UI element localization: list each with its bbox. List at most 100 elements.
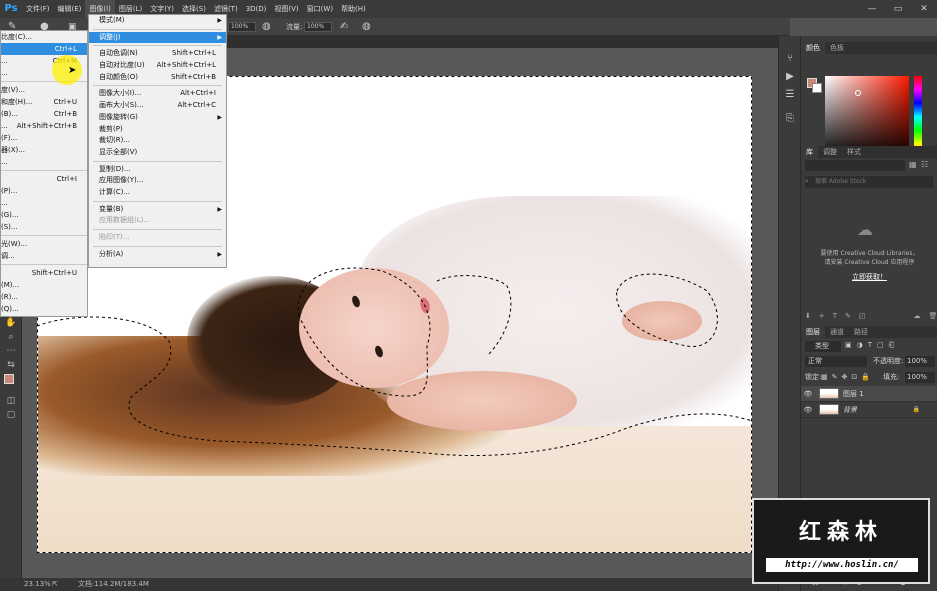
minimize-button[interactable]: — [859, 0, 885, 18]
image-menu-item[interactable]: 图像旋转(G) ▶ [89, 112, 226, 124]
image-menu-item[interactable]: 变量(B) ▶ [89, 204, 226, 216]
cc-sync-icon[interactable]: ☁ [914, 312, 921, 324]
list-view-icon[interactable]: ☷ [921, 160, 928, 169]
quick-mask-icon[interactable]: ◫ [0, 394, 22, 408]
menu-9[interactable]: 窗口(W) [303, 0, 337, 18]
airbrush-icon[interactable]: ✍ [340, 18, 348, 36]
visibility-eye-icon[interactable]: 👁 [801, 402, 815, 418]
tab-channels[interactable]: 通道 [825, 326, 849, 338]
menu-1[interactable]: 编辑(E) [54, 0, 86, 18]
pixel-filter-icon[interactable]: ▣ [845, 341, 852, 350]
lock-pixels-icon[interactable]: ▦ [821, 372, 828, 383]
layer-icon[interactable]: ◰ [859, 312, 866, 324]
properties-icon[interactable]: ☰ [779, 86, 801, 104]
pressure-size-icon[interactable]: ◍ [362, 18, 371, 36]
get-now-link[interactable]: 立即获取！ [801, 272, 937, 282]
layer-name[interactable]: 背景 [843, 402, 857, 418]
adjust-menu-item[interactable]: ... [1, 156, 87, 168]
image-menu-item[interactable]: 分析(A) ▶ [89, 249, 226, 261]
image-menu-item[interactable]: 自动颜色(O) Shift+Ctrl+B [89, 72, 226, 84]
adjust-menu-item[interactable]: 器(X)... [1, 144, 87, 156]
adjust-menu-item[interactable]: Ctrl+I [1, 173, 87, 185]
smart-filter-icon[interactable]: ⎗ [889, 341, 895, 350]
image-menu-item[interactable]: 画布大小(S)... Alt+Ctrl+C [89, 100, 226, 112]
image-menu-item[interactable]: 图像大小(I)... Alt+Ctrl+I [89, 88, 226, 100]
image-menu-item[interactable]: 显示全部(V) [89, 147, 226, 159]
image-menu-item[interactable]: 调整(J) ▶ [89, 31, 226, 44]
tab-color[interactable]: 颜色 [801, 42, 825, 54]
text-icon[interactable]: T [833, 312, 837, 324]
image-menu-item[interactable]: 计算(C)... [89, 187, 226, 199]
image-menu-item[interactable]: 裁切(R)... [89, 135, 226, 147]
tab-layers[interactable]: 图层 [801, 326, 825, 338]
layer-name[interactable]: 图层 1 [843, 386, 864, 402]
layer-row[interactable]: 👁 图层 1 [801, 386, 937, 402]
actions-play-icon[interactable]: ▶ [779, 68, 801, 86]
layer-filter-select[interactable]: 类型 [805, 341, 841, 352]
close-button[interactable]: ✕ [911, 0, 937, 18]
adjustment-filter-icon[interactable]: ◑ [857, 341, 863, 350]
image-menu-item[interactable]: 模式(M) ▶ [89, 15, 226, 27]
flow-field[interactable]: 100% [304, 22, 332, 32]
adjust-menu-item[interactable]: 比度(C)... [1, 31, 87, 43]
lock-paint-icon[interactable]: ✎ [832, 372, 838, 383]
menu-8[interactable]: 视图(V) [270, 0, 302, 18]
delete-icon[interactable]: 🗑 [929, 312, 937, 324]
visibility-eye-icon[interactable]: 👁 [801, 386, 815, 402]
library-dropdown[interactable] [805, 160, 905, 171]
grid-view-icon[interactable]: ▦ [909, 160, 917, 169]
zoom-field[interactable]: 100% [228, 22, 256, 32]
image-menu-item[interactable]: 复制(D)... [89, 164, 226, 176]
brush-icon[interactable]: ✎ [845, 312, 851, 324]
adjust-menu-item[interactable]: ... [1, 197, 87, 209]
tab-paths[interactable]: 路径 [849, 326, 873, 338]
menu-7[interactable]: 3D(D) [242, 0, 271, 18]
image-menu-item[interactable]: 裁剪(P) [89, 124, 226, 136]
fill-field[interactable]: 100% [905, 372, 935, 383]
adjust-menu-item[interactable]: (M)... [1, 279, 87, 291]
adjust-menu-item[interactable]: (P)... [1, 185, 87, 197]
lock-all-icon[interactable]: 🔒 [861, 372, 870, 383]
adjust-menu-item[interactable]: 光(W)... [1, 238, 87, 250]
add-content-icon[interactable]: + [819, 312, 825, 324]
info-icon[interactable]: ⎘ [779, 110, 801, 128]
panel-background-color[interactable] [812, 83, 822, 93]
lock-artboard-icon[interactable]: ⊡ [851, 372, 857, 383]
image-menu-item[interactable]: 应用图像(Y)... [89, 175, 226, 187]
lock-position-icon[interactable]: ✥ [842, 372, 848, 383]
stock-search-input[interactable]: 搜索 Adobe Stock [805, 176, 933, 188]
export-icon[interactable]: ⇱ [52, 578, 58, 591]
adjust-menu-item[interactable]: 度(V)... [1, 84, 87, 96]
color-swatches[interactable] [0, 372, 21, 394]
zoom-level[interactable]: 23.13% [24, 578, 51, 591]
opacity-field[interactable]: 100% [905, 356, 935, 367]
adjust-menu-item[interactable]: (R)... [1, 291, 87, 303]
hand-tool-icon[interactable]: ✋ [0, 316, 22, 330]
blend-mode-select[interactable]: 正常 [805, 356, 867, 367]
color-picker-marker[interactable] [855, 90, 861, 96]
adjust-menu-item[interactable]: Ctrl+L [1, 43, 87, 55]
adjust-menu-item[interactable]: (S)... [1, 221, 87, 233]
image-menu-item[interactable]: 自动对比度(U) Alt+Shift+Ctrl+L [89, 60, 226, 72]
tab-styles[interactable]: 样式 [842, 146, 866, 158]
layer-row[interactable]: 👁 背景 🔒 [801, 402, 937, 418]
tab-libraries[interactable]: 库 [801, 146, 818, 158]
zoom-tool-icon[interactable]: ⌕ [0, 330, 22, 344]
adjust-menu-item[interactable]: ... Alt+Shift+Ctrl+B [1, 120, 87, 132]
menu-10[interactable]: 帮助(H) [337, 0, 370, 18]
type-filter-icon[interactable]: T [868, 341, 872, 350]
tab-adjustments[interactable]: 调整 [818, 146, 842, 158]
menu-0[interactable]: 文件(F) [22, 0, 54, 18]
pressure-opacity-icon[interactable]: ◍ [262, 18, 271, 36]
screen-mode-icon[interactable]: ▢ [0, 408, 22, 422]
more-tools-icon[interactable]: ⋯ [0, 344, 22, 358]
adjust-menu-item[interactable]: (F)... [1, 132, 87, 144]
tab-swatches[interactable]: 色板 [825, 42, 849, 54]
shape-filter-icon[interactable]: ▢ [877, 341, 884, 350]
foreground-color[interactable] [4, 374, 14, 384]
adjust-menu-item[interactable]: (Q)... [1, 303, 87, 315]
adjust-menu-item[interactable]: (G)... [1, 209, 87, 221]
history-icon[interactable]: ⑂ [779, 50, 801, 68]
add-to-library-icon[interactable]: ⬇ [805, 312, 811, 324]
image-menu-item[interactable]: 自动色调(N) Shift+Ctrl+L [89, 48, 226, 60]
